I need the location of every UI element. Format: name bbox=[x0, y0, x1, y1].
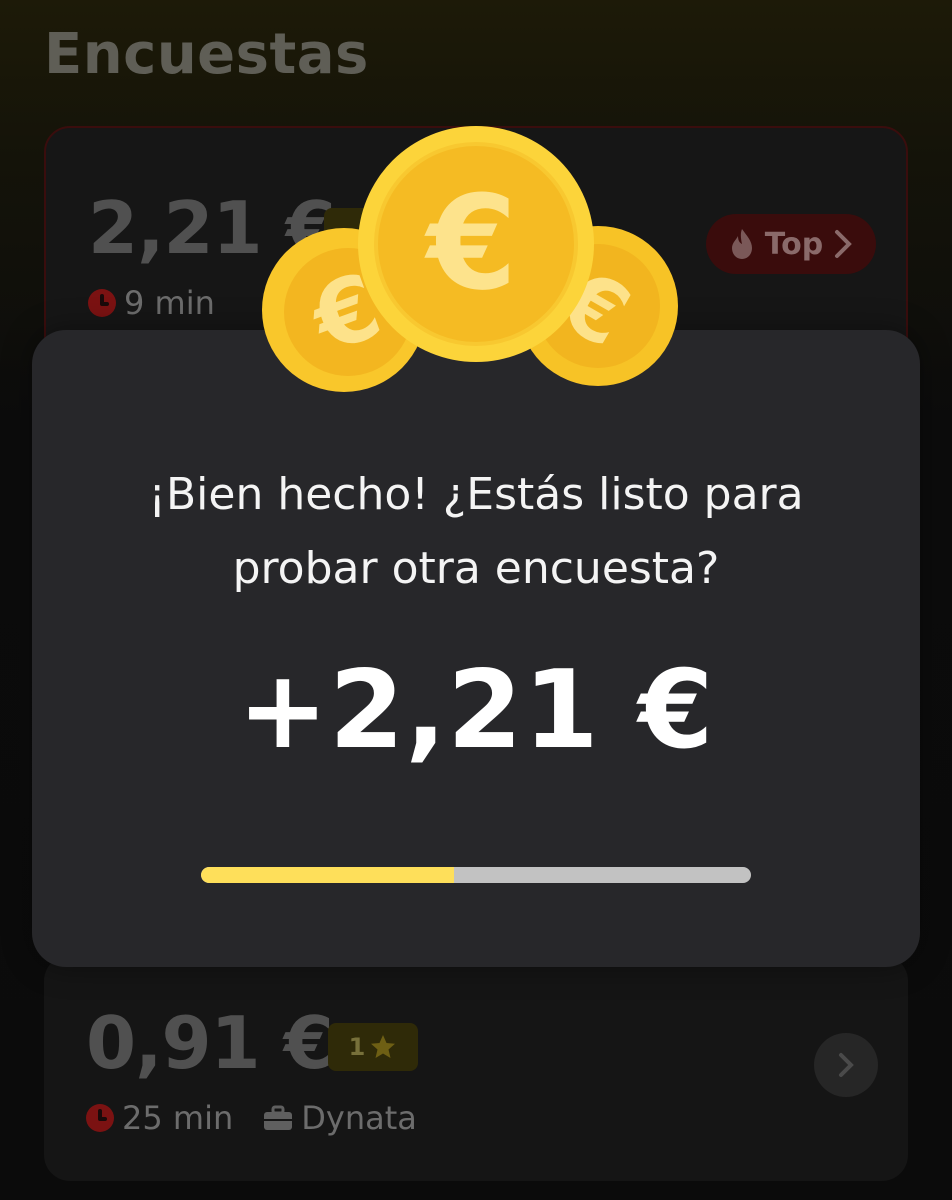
top-badge[interactable]: Top bbox=[706, 214, 876, 274]
euro-coin-icon: € bbox=[358, 126, 594, 362]
survey-price: 0,91 € bbox=[86, 1001, 334, 1085]
chevron-right-icon bbox=[835, 230, 853, 258]
modal-message: ¡Bien hecho! ¿Estás listo para probar ot… bbox=[32, 458, 920, 606]
clock-icon bbox=[86, 1104, 114, 1132]
stars-count: 1 bbox=[348, 1033, 366, 1061]
clock-icon bbox=[88, 289, 116, 317]
modal-message-line-2: probar otra encuesta? bbox=[232, 543, 720, 594]
reward-progress-bar bbox=[201, 867, 751, 883]
euro-coins-illustration: € € € bbox=[262, 126, 678, 392]
page-title: Encuestas bbox=[44, 22, 369, 87]
star-icon bbox=[371, 1035, 396, 1058]
survey-card[interactable]: 0,91 € 1 25 min Dynata bbox=[44, 955, 908, 1181]
reward-amount: +2,21 € bbox=[237, 648, 715, 773]
briefcase-icon bbox=[264, 1105, 293, 1130]
survey-duration: 9 min bbox=[124, 284, 215, 322]
reward-modal: ¡Bien hecho! ¿Estás listo para probar ot… bbox=[32, 330, 920, 967]
svg-text:€: € bbox=[424, 167, 517, 319]
stars-badge: 1 bbox=[328, 1023, 418, 1071]
survey-provider: Dynata bbox=[301, 1099, 417, 1137]
reward-progress-fill bbox=[201, 867, 454, 883]
flame-icon bbox=[731, 229, 752, 259]
top-badge-label: Top bbox=[764, 226, 824, 262]
survey-duration: 25 min bbox=[122, 1099, 234, 1137]
survey-meta: 25 min Dynata bbox=[86, 1099, 417, 1137]
survey-meta: 9 min bbox=[88, 284, 215, 322]
modal-message-line-1: ¡Bien hecho! ¿Estás listo para bbox=[148, 469, 804, 520]
chevron-right-icon bbox=[839, 1053, 854, 1077]
open-survey-button[interactable] bbox=[814, 1033, 878, 1097]
